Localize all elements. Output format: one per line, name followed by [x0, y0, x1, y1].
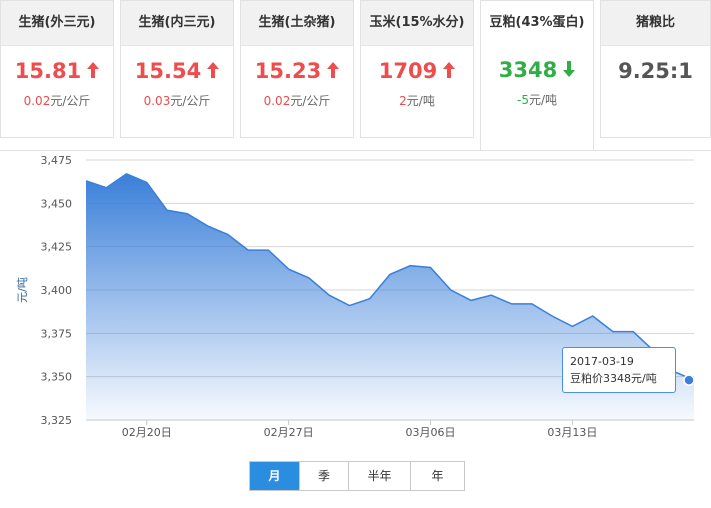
card-unit: 元/公斤: [50, 94, 91, 108]
card-value: 1709: [378, 59, 438, 83]
card-value: 9.25:1: [618, 59, 693, 83]
card-change: 0.03: [143, 94, 171, 108]
price-area-chart: 3,325 3,350 3,375 3,400 3,425 3,450 3,475 02月20…: [16, 154, 695, 439]
arrow-down-icon: [563, 61, 576, 77]
price-card-2[interactable]: 生猪(土杂猪) 15.23 0.02元/公斤: [240, 0, 354, 138]
range-tab-3[interactable]: 年: [411, 462, 464, 490]
arrow-up-icon: [443, 62, 456, 78]
card-value-row: 15.54: [121, 58, 233, 84]
x-tick-label: 03月13日: [547, 426, 597, 439]
card-value: 3348: [498, 58, 558, 82]
price-card-4[interactable]: 豆粕(43%蛋白) 3348 -5元/吨: [480, 0, 594, 150]
range-tab-0[interactable]: 月: [250, 462, 300, 490]
y-tick-label: 3,325: [41, 414, 73, 427]
price-card-5[interactable]: 猪粮比 9.25:1: [600, 0, 711, 138]
price-card-3[interactable]: 玉米(15%水分) 1709 2元/吨: [360, 0, 474, 138]
range-tabs: 月季半年年: [249, 461, 465, 491]
card-change: -5: [516, 93, 529, 107]
y-axis-label: 元/吨: [16, 277, 29, 303]
x-tick-label: 02月20日: [122, 426, 172, 439]
arrow-up-icon: [87, 62, 100, 78]
y-tick-label: 3,450: [41, 197, 73, 210]
card-change: 0.02: [23, 94, 51, 108]
highlight-point[interactable]: [683, 374, 695, 386]
card-unit: 元/公斤: [290, 94, 331, 108]
card-change-row: 0.03元/公斤: [121, 92, 233, 109]
card-unit: 元/吨: [528, 93, 557, 107]
card-change-row: 0.02元/公斤: [1, 92, 113, 109]
arrow-up-icon: [327, 62, 340, 78]
tooltip-date: 2017-03-19: [570, 355, 634, 368]
y-tick-label: 3,350: [41, 371, 73, 384]
arrow-up-icon: [207, 62, 220, 78]
card-value-row: 9.25:1: [601, 58, 710, 84]
y-tick-label: 3,475: [41, 154, 73, 167]
card-value: 15.54: [134, 59, 202, 83]
card-change: 0.02: [263, 94, 291, 108]
tooltip-value: 豆粕价3348元/吨: [570, 372, 657, 385]
card-value-row: 1709: [361, 58, 473, 84]
card-title: 玉米(15%水分): [361, 1, 473, 46]
card-value-row: 15.23: [241, 58, 353, 84]
card-value-row: 3348: [481, 57, 593, 83]
card-value: 15.81: [14, 59, 82, 83]
price-card-0[interactable]: 生猪(外三元) 15.81 0.02元/公斤: [0, 0, 114, 138]
y-tick-label: 3,400: [41, 284, 73, 297]
card-change: 2: [399, 94, 407, 108]
y-tick-label: 3,425: [41, 241, 73, 254]
card-title: 猪粮比: [601, 1, 710, 46]
card-value: 15.23: [254, 59, 322, 83]
card-value-row: 15.81: [1, 58, 113, 84]
card-change-row: -5元/吨: [481, 91, 593, 108]
range-tab-1[interactable]: 季: [300, 462, 349, 490]
card-unit: 元/吨: [406, 94, 435, 108]
price-cards: 生猪(外三元) 15.81 0.02元/公斤 生猪(内三元) 15.54 0.03元/公斤…: [0, 0, 711, 150]
range-tab-2[interactable]: 半年: [349, 462, 411, 490]
card-change-row: 2元/吨: [361, 92, 473, 109]
y-tick-label: 3,375: [41, 327, 73, 340]
card-title: 豆粕(43%蛋白): [481, 1, 593, 45]
card-title: 生猪(内三元): [121, 1, 233, 46]
x-tick-label: 02月27日: [264, 426, 314, 439]
x-tick-label: 03月06日: [406, 426, 456, 439]
chart-tooltip: 2017-03-19 豆粕价3348元/吨: [562, 347, 676, 393]
price-card-1[interactable]: 生猪(内三元) 15.54 0.03元/公斤: [120, 0, 234, 138]
card-title: 生猪(土杂猪): [241, 1, 353, 46]
card-unit: 元/公斤: [170, 94, 211, 108]
card-change-row: 0.02元/公斤: [241, 92, 353, 109]
card-title: 生猪(外三元): [1, 1, 113, 46]
